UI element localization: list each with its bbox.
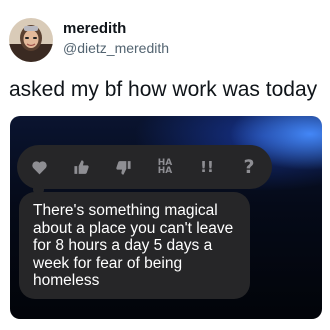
thumbs-up-icon[interactable]	[66, 145, 96, 189]
exclamation-icon[interactable]: !!	[192, 145, 222, 189]
tapback-reaction-bar: HA HA !! ?	[17, 145, 272, 195]
heart-icon[interactable]	[24, 145, 54, 189]
author-handle[interactable]: @dietz_meredith	[63, 40, 169, 56]
thumbs-down-icon[interactable]	[108, 145, 138, 189]
message-text: There's something magical about a place …	[33, 202, 234, 290]
avatar[interactable]	[9, 18, 53, 62]
question-label: ?	[243, 156, 255, 178]
question-icon[interactable]: ?	[234, 145, 264, 189]
haha-icon[interactable]: HA HA	[150, 145, 180, 189]
tweet-text: asked my bf how work was today	[9, 78, 318, 101]
haha-label: HA HA	[157, 158, 173, 176]
author-name[interactable]: meredith	[63, 20, 126, 37]
exclamation-label: !!	[200, 158, 214, 176]
